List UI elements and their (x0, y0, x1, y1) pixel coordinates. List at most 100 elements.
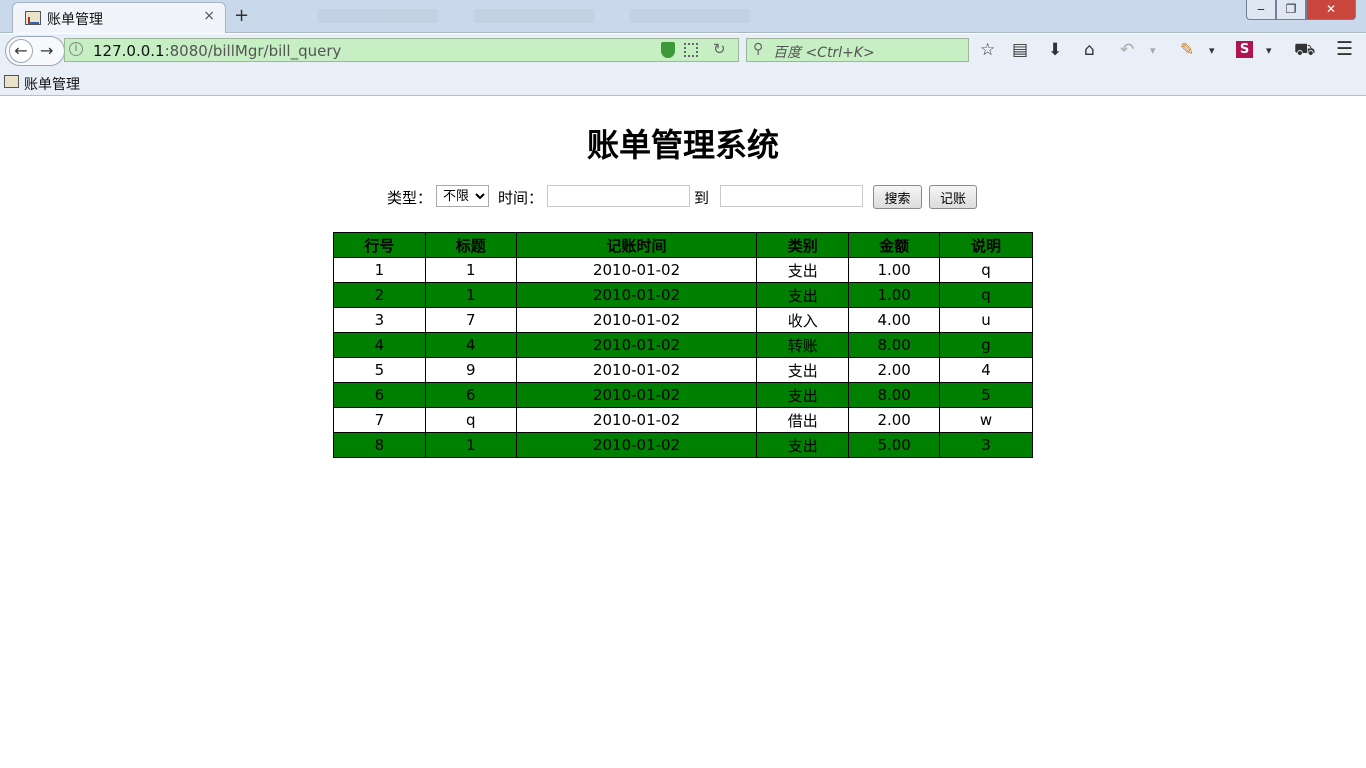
tab-close-icon[interactable]: × (203, 8, 215, 24)
maximize-button[interactable]: ❐ (1276, 0, 1306, 20)
url-path: :8080/billMgr/bill_query (164, 42, 342, 60)
time-label: 时间： (498, 189, 544, 207)
s-dropdown-icon[interactable]: ▾ (1266, 44, 1272, 57)
cell-row-number: 7 (333, 407, 426, 433)
browser-titlebar: 账单管理 × + ‒ ❐ ✕ (0, 0, 1366, 33)
background-tabs (300, 6, 780, 26)
cell-title: 1 (424, 282, 517, 308)
cell-category: 支出 (756, 432, 850, 458)
table-row: 6 6 2010-01-02 支出 8.00 5 (333, 382, 1033, 408)
cell-record-time: 2010-01-02 (515, 282, 758, 308)
back-forward-group: ← → (5, 36, 65, 66)
cell-category: 支出 (756, 382, 850, 408)
cell-description: w (939, 407, 1033, 433)
s-icon[interactable]: S (1236, 41, 1253, 58)
info-icon[interactable]: i (69, 42, 83, 56)
cell-amount: 8.00 (848, 382, 941, 408)
table-row: 8 1 2010-01-02 支出 5.00 3 (333, 432, 1033, 458)
undo-icon[interactable]: ↶ (1120, 40, 1134, 60)
cell-title: 1 (424, 432, 517, 458)
cell-title: 1 (424, 257, 517, 283)
cell-category: 支出 (756, 357, 850, 383)
cell-amount: 8.00 (848, 332, 941, 358)
search-icon: ⚲ (753, 41, 764, 57)
end-time-input[interactable] (720, 185, 863, 207)
cell-amount: 2.00 (848, 407, 941, 433)
start-time-input[interactable] (547, 185, 690, 207)
search-bar[interactable]: ⚲ 百度 <Ctrl+K> (746, 38, 969, 62)
table-row: 2 1 2010-01-02 支出 1.00 q (333, 282, 1033, 308)
header-row-number: 行号 (333, 232, 426, 258)
cell-description: g (939, 332, 1033, 358)
table-body: 1 1 2010-01-02 支出 1.00 q 2 1 2010-01-02 支出 1.00 q 3 7… (333, 257, 1033, 458)
new-tab-button[interactable]: + (234, 5, 249, 26)
home-icon[interactable]: ⌂ (1084, 40, 1095, 60)
cell-description: q (939, 257, 1033, 283)
cell-row-number: 5 (333, 357, 426, 383)
extension-dropdown-icon[interactable]: ▾ (1209, 44, 1215, 57)
tab-title: 账单管理 (47, 12, 103, 28)
cell-row-number: 3 (333, 307, 426, 333)
navigation-toolbar: ← → i 127.0.0.1:8080/billMgr/bill_query … (0, 34, 1366, 68)
cell-row-number: 8 (333, 432, 426, 458)
bill-table: 行号 标题 记账时间 类别 金额 说明 1 1 2010-01-02 支出 1.00 q 2… (333, 232, 1033, 458)
cell-category: 转账 (756, 332, 850, 358)
page-favicon-icon (25, 11, 41, 25)
header-title: 标题 (424, 232, 517, 258)
star-icon[interactable]: ☆ (980, 40, 995, 60)
undo-dropdown-icon[interactable]: ▾ (1150, 44, 1156, 57)
shield-icon[interactable] (661, 42, 675, 58)
cell-row-number: 6 (333, 382, 426, 408)
forward-icon[interactable]: → (40, 41, 53, 60)
cell-record-time: 2010-01-02 (515, 257, 758, 283)
cell-record-time: 2010-01-02 (515, 382, 758, 408)
qr-icon[interactable] (684, 43, 698, 57)
cell-category: 支出 (756, 257, 850, 283)
browser-tab[interactable]: 账单管理 × (12, 2, 226, 33)
cell-record-time: 2010-01-02 (515, 407, 758, 433)
cell-title: 6 (424, 382, 517, 408)
type-label: 类型： (387, 189, 433, 207)
cell-amount: 4.00 (848, 307, 941, 333)
cell-title: q (424, 407, 517, 433)
url-host: 127.0.0.1 (93, 42, 165, 60)
cell-row-number: 4 (333, 332, 426, 358)
reader-icon[interactable]: ▤ (1012, 40, 1028, 60)
cell-row-number: 1 (333, 257, 426, 283)
cell-title: 4 (424, 332, 517, 358)
extension-icon[interactable]: ✎ (1180, 40, 1194, 60)
cell-description: 4 (939, 357, 1033, 383)
cell-record-time: 2010-01-02 (515, 332, 758, 358)
address-url[interactable]: 127.0.0.1:8080/billMgr/bill_query (93, 42, 341, 60)
cell-category: 支出 (756, 282, 850, 308)
back-icon[interactable]: ← (9, 39, 33, 63)
cell-category: 收入 (756, 307, 850, 333)
cell-title: 9 (424, 357, 517, 383)
cell-title: 7 (424, 307, 517, 333)
record-button[interactable]: 记账 (929, 185, 977, 209)
cell-row-number: 2 (333, 282, 426, 308)
bookmark-item[interactable]: 账单管理 (24, 74, 80, 94)
to-label: 到 (694, 189, 710, 207)
search-button[interactable]: 搜索 (873, 185, 922, 209)
download-icon[interactable]: ⬇ (1048, 40, 1062, 60)
table-row: 5 9 2010-01-02 支出 2.00 4 (333, 357, 1033, 383)
cell-record-time: 2010-01-02 (515, 432, 758, 458)
cell-amount: 1.00 (848, 257, 941, 283)
address-bar[interactable]: i 127.0.0.1:8080/billMgr/bill_query ↻ (64, 38, 739, 62)
minimize-button[interactable]: ‒ (1246, 0, 1276, 20)
menu-icon[interactable]: ☰ (1336, 38, 1353, 60)
type-select[interactable]: 不限 (436, 185, 489, 207)
cell-record-time: 2010-01-02 (515, 357, 758, 383)
cell-amount: 1.00 (848, 282, 941, 308)
cell-category: 借出 (756, 407, 850, 433)
train-icon[interactable]: ⛟ (1294, 40, 1315, 62)
table-row: 3 7 2010-01-02 收入 4.00 u (333, 307, 1033, 333)
header-amount: 金额 (848, 232, 941, 258)
table-row: 7 q 2010-01-02 借出 2.00 w (333, 407, 1033, 433)
search-placeholder: 百度 <Ctrl+K> (773, 45, 875, 61)
cell-description: 3 (939, 432, 1033, 458)
window-close-button[interactable]: ✕ (1306, 0, 1356, 20)
reload-icon[interactable]: ↻ (713, 40, 726, 58)
header-description: 说明 (939, 232, 1033, 258)
